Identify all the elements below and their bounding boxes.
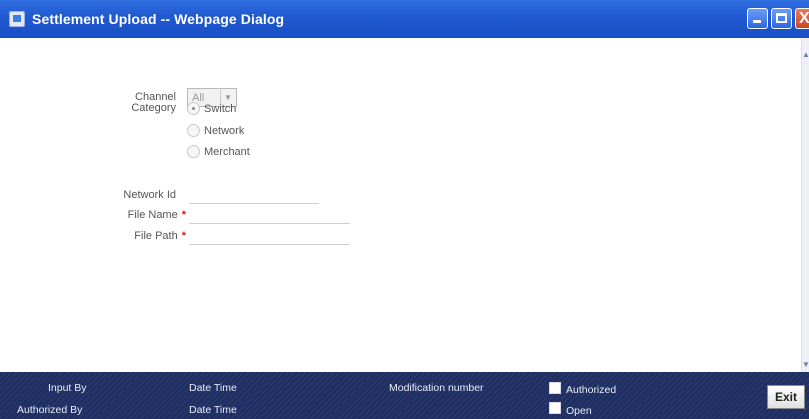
open-label: Open [566,405,592,417]
category-option-label: Network [204,124,245,137]
authorized-by-label: Authorized By [17,404,83,416]
file-name-label-wrap: File Name * [90,209,186,221]
category-option-merchant[interactable]: Merchant [187,145,250,158]
file-path-label-wrap: File Path * [90,230,186,242]
app-icon [9,11,25,27]
authorized-checkbox[interactable] [549,382,561,394]
scroll-up-arrow-icon[interactable]: ▲ [802,50,809,60]
close-icon: X [799,10,809,27]
minimize-button[interactable] [747,8,768,29]
required-marker: * [181,209,186,221]
radio-merchant[interactable] [187,145,200,158]
radio-switch[interactable] [187,102,200,115]
window-title: Settlement Upload -- Webpage Dialog [32,11,285,27]
modification-number-label: Modification number [389,382,484,394]
minimize-icon [753,20,761,23]
category-option-switch[interactable]: Switch [187,102,236,115]
close-button[interactable]: X [795,8,809,29]
window-controls: X [747,8,809,29]
category-label: Category [131,102,176,114]
network-id-input[interactable] [189,186,319,204]
maximize-button[interactable] [771,8,792,29]
date-time-label: Date Time [189,382,237,394]
file-name-input[interactable] [189,206,350,224]
audit-footer: Input By Authorized By Date Time Date Ti… [0,372,809,419]
radio-network[interactable] [187,124,200,137]
scroll-down-arrow-icon[interactable]: ▼ [802,360,809,370]
category-option-network[interactable]: Network [187,124,244,137]
maximize-icon [776,13,787,23]
authorized-label: Authorized [566,384,617,396]
network-id-label: Network Id [123,189,176,201]
title-bar: Settlement Upload -- Webpage Dialog X [0,0,809,38]
file-path-input[interactable] [189,227,350,245]
exit-button[interactable]: Exit [767,385,805,409]
file-name-label: File Name [127,209,178,221]
file-path-label: File Path [134,230,178,242]
open-checkbox[interactable] [549,402,561,414]
category-option-label: Switch [204,102,237,115]
input-by-label: Input By [48,382,87,394]
required-marker: * [181,230,186,242]
date-time-label: Date Time [189,404,237,416]
category-option-label: Merchant [204,145,250,158]
vertical-scrollbar[interactable]: ▲ ▼ [801,38,809,372]
